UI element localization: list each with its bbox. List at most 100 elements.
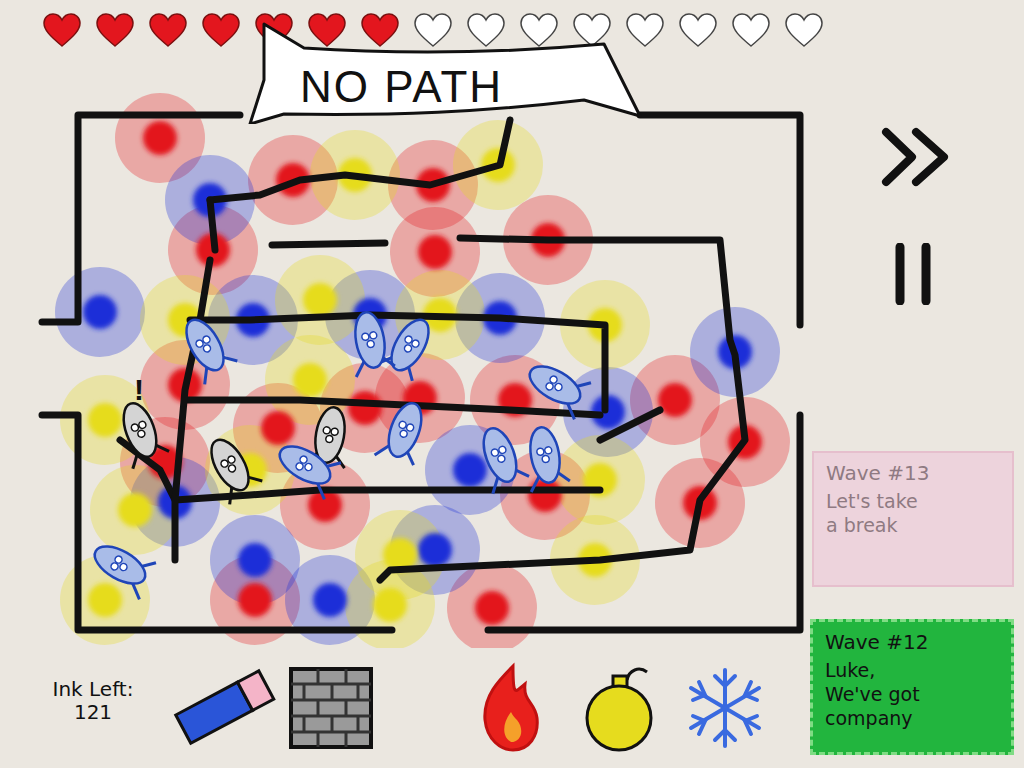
bug-icon	[271, 434, 345, 500]
heart-icon	[625, 12, 665, 48]
tower-dot	[88, 403, 122, 437]
tower-dot	[238, 583, 272, 617]
tower[interactable]	[55, 267, 145, 357]
bug-icon	[174, 311, 240, 385]
wall-line	[42, 115, 240, 322]
tower-core[interactable]	[303, 283, 337, 317]
left-column: ! Ink Left:121	[0, 0, 810, 768]
wave-title: Wave #13	[826, 461, 1000, 486]
game-board[interactable]: !	[0, 60, 810, 648]
enemy	[520, 424, 570, 492]
tower-core[interactable]	[418, 533, 452, 567]
tool-button[interactable]	[288, 666, 374, 750]
tower-dot	[143, 121, 177, 155]
tower[interactable]	[275, 255, 365, 345]
enemy	[375, 397, 434, 469]
toolbar: Ink Left:121	[0, 648, 810, 768]
enemy	[521, 354, 595, 420]
tower-dot	[313, 583, 347, 617]
wall-line	[210, 120, 510, 200]
heart-icon	[148, 12, 188, 48]
heart-icon	[95, 12, 135, 48]
tower-core[interactable]	[418, 235, 452, 269]
tower-dot	[453, 453, 487, 487]
tower-core[interactable]	[658, 383, 692, 417]
wave-message: a break	[826, 514, 1000, 538]
pause-icon[interactable]	[890, 243, 938, 305]
tower-core[interactable]	[88, 403, 122, 437]
tool-button[interactable]	[168, 668, 278, 748]
tower-core[interactable]	[293, 363, 327, 397]
wall-line	[120, 440, 600, 500]
alert-mark: !	[134, 373, 144, 406]
heart-icon	[784, 12, 824, 48]
heart-icon	[731, 12, 771, 48]
tower-core[interactable]	[238, 543, 272, 577]
tower-core[interactable]	[475, 591, 509, 625]
tool-button[interactable]	[479, 662, 543, 754]
side-panel: Wave #13Let's takea break Wave #12Luke,We…	[810, 0, 1024, 768]
wall-line	[272, 243, 385, 245]
tower-dot	[83, 295, 117, 329]
tower-core[interactable]	[83, 295, 117, 329]
tower[interactable]	[555, 435, 645, 525]
enemy	[345, 309, 395, 377]
heart-icon	[307, 12, 347, 48]
heart-icon	[466, 12, 506, 48]
tower-dot	[475, 591, 509, 625]
heart-icon	[572, 12, 612, 48]
brick-wall-icon	[288, 666, 374, 750]
tower-dot	[303, 283, 337, 317]
tower-dot	[118, 493, 152, 527]
flame-icon	[479, 662, 543, 754]
banner-text: NO PATH	[300, 62, 503, 112]
tower-range	[275, 255, 365, 345]
tower-range	[55, 267, 145, 357]
maze-canvas[interactable]: !	[0, 60, 810, 648]
enemy	[86, 534, 160, 600]
tower-core[interactable]	[261, 411, 295, 445]
wave-card: Wave #13Let's takea break	[812, 451, 1014, 587]
enemy	[199, 431, 265, 505]
bug-icon	[472, 422, 531, 494]
enemy: !	[112, 373, 171, 469]
bug-icon	[521, 354, 595, 420]
tower-core[interactable]	[348, 391, 382, 425]
tower-core[interactable]	[143, 121, 177, 155]
tower-core[interactable]	[313, 583, 347, 617]
tower-dot	[293, 363, 327, 397]
bug-icon	[345, 309, 395, 377]
tower-dot	[238, 543, 272, 577]
tool-button[interactable]	[581, 662, 661, 754]
tower-core[interactable]	[453, 453, 487, 487]
bug-icon	[86, 534, 160, 600]
heart-icon	[42, 12, 82, 48]
heart-icon	[678, 12, 718, 48]
heart-icon	[360, 12, 400, 48]
enemy	[472, 422, 531, 494]
bomb-icon	[581, 662, 661, 754]
fast-forward-icon[interactable]	[880, 126, 952, 188]
wave-message: company	[825, 707, 999, 731]
tower-core[interactable]	[373, 588, 407, 622]
tower-core[interactable]	[118, 493, 152, 527]
no-path-banner: NO PATH	[244, 20, 644, 124]
tool-button[interactable]	[683, 666, 767, 750]
tower-layer	[55, 93, 790, 648]
enemy-layer: !	[86, 309, 595, 599]
tower-core[interactable]	[238, 583, 272, 617]
game-screen: !Ink Left:121Wave #13Let's takea breakWa…	[0, 0, 1024, 768]
bug-icon	[199, 431, 265, 505]
bug-icon	[112, 397, 171, 469]
tower-core[interactable]	[88, 583, 122, 617]
snowflake-icon	[683, 666, 767, 750]
wall-layer	[42, 115, 800, 630]
tower-dot	[373, 588, 407, 622]
wave-card: Wave #12Luke,We've gotcompany	[810, 619, 1014, 755]
tower-dot	[418, 533, 452, 567]
heart-icon	[519, 12, 559, 48]
wave-title: Wave #12	[825, 630, 999, 655]
bug-icon	[520, 424, 570, 492]
heart-icon	[201, 12, 241, 48]
tower-dot	[261, 411, 295, 445]
